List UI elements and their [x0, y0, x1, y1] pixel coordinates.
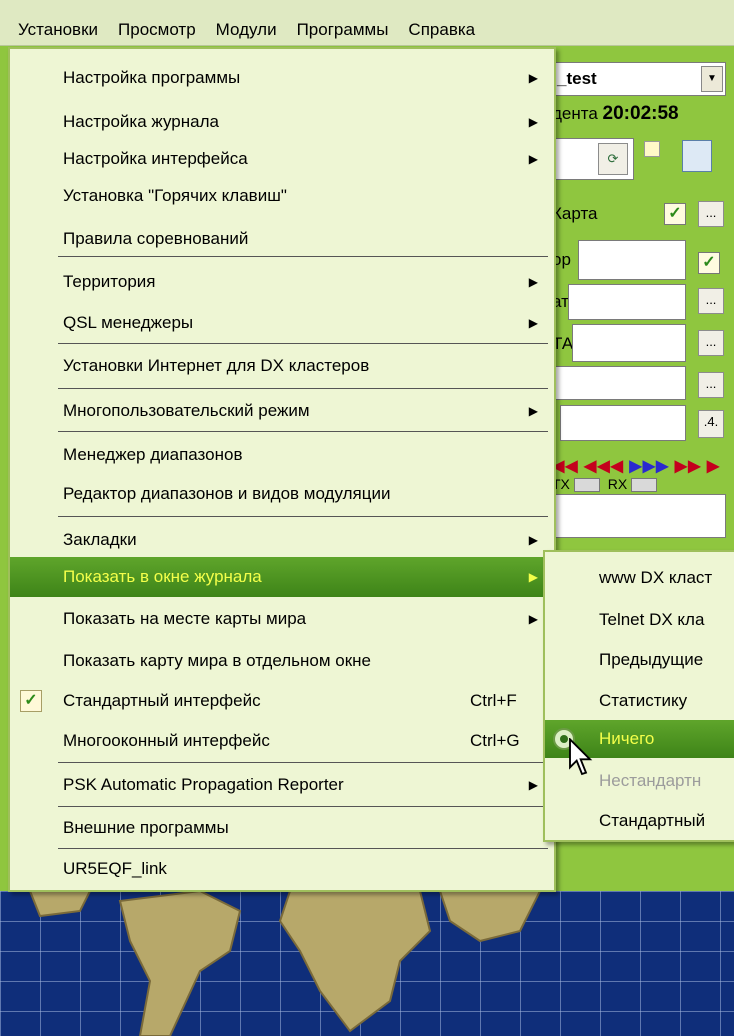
menu-item-show-in-map-place[interactable]: Показать на месте карты мира ▶ [10, 597, 554, 641]
submenu-item-statistics[interactable]: Статистику [545, 682, 734, 720]
checkmark-icon: ✓ [20, 690, 42, 712]
menu-item-label: UR5EQF_link [63, 859, 167, 878]
menu-item-label: Установка "Горячих клавиш" [63, 186, 287, 205]
menu-item-bookmarks[interactable]: Закладки ▶ [10, 518, 554, 562]
band-button[interactable]: .4. [698, 410, 724, 438]
menu-item-label: Показать на месте карты мира [63, 609, 307, 628]
menu-separator [58, 516, 548, 517]
submenu-arrow-icon: ▶ [528, 316, 538, 330]
menu-item-external-programs[interactable]: Внешние программы [10, 806, 554, 850]
shortcut-label: Ctrl+G [470, 731, 520, 750]
menu-settings[interactable]: Установки [0, 0, 108, 45]
menu-item-hotkeys[interactable]: Установка "Горячих клавиш" [10, 174, 554, 218]
callsign-combo[interactable]: _test ▼ [552, 62, 726, 96]
menu-item-label: Внешние программы [63, 818, 229, 837]
menu-item-label: Многопользовательский режим [63, 401, 310, 420]
menu-item-ur5eqf-link[interactable]: UR5EQF_link [10, 847, 554, 891]
field-button-2[interactable]: ... [698, 288, 724, 314]
submenu-arrow-icon: ▶ [528, 275, 538, 289]
menu-view[interactable]: Просмотр [108, 0, 206, 45]
menu-modules[interactable]: Модули [206, 0, 287, 45]
submenu-arrow-icon: ▶ [528, 71, 538, 85]
menu-item-label: PSK Automatic Propagation Reporter [63, 775, 344, 794]
menu-item-label: Правила соревнований [63, 229, 249, 248]
time-label: дента [552, 104, 598, 123]
menu-item-contest-rules[interactable]: Правила соревнований [10, 217, 554, 261]
menu-item-label: Многооконный интерфейс [63, 731, 270, 750]
submenu-arrow-icon: ▶ [528, 570, 538, 584]
menu-item-band-manager[interactable]: Менеджер диапазонов [10, 433, 554, 477]
menu-item-label: Настройка программы [63, 68, 241, 87]
field-button-4[interactable]: ... [698, 372, 724, 398]
menu-bar: Установки Просмотр Модули Программы Спра… [0, 0, 734, 46]
menu-item-psk-reporter[interactable]: PSK Automatic Propagation Reporter ▶ [10, 763, 554, 807]
menu-item-label: Закладки [63, 530, 137, 549]
menu-programs[interactable]: Программы [287, 0, 399, 45]
menu-item-label: Установки Интернет для DX кластеров [63, 356, 370, 375]
settings-dropdown-menu: Настройка программы ▶ Настройка журнала ▶ … [8, 47, 556, 892]
menu-item-label: Территория [63, 272, 156, 291]
tx-rx-indicators: TX RX [552, 476, 661, 493]
menu-item-label: Стандартный интерфейс [63, 691, 261, 710]
submenu-item-telnet-dx-cluster[interactable]: Telnet DX кла [545, 601, 734, 639]
time-value: 20:02:58 [602, 103, 679, 124]
menu-item-multiuser-mode[interactable]: Многопользовательский режим ▶ [10, 389, 554, 433]
menu-item-label: QSL менеджеры [63, 313, 194, 332]
menu-item-label: Настройка журнала [63, 112, 219, 131]
field-button-3[interactable]: ... [698, 330, 724, 356]
submenu-arrow-icon: ▶ [528, 533, 538, 547]
field-input-3[interactable] [572, 324, 686, 362]
comment-input[interactable] [552, 494, 726, 538]
menu-item-band-mode-editor[interactable]: Редактор диапазонов и видов модуляции [10, 472, 554, 516]
time-display: дента 20:02:58 [552, 103, 679, 125]
submenu-item-label: Ничего [599, 729, 655, 748]
map-label: Карта [552, 204, 598, 223]
show-in-log-window-submenu: www DX класт Telnet DX кла Предыдущие Ст… [543, 550, 734, 842]
mouse-cursor-icon [569, 738, 593, 776]
menu-item-label: Настройка интерфейса [63, 149, 248, 168]
menu-separator [58, 431, 548, 432]
menu-item-label: Менеджер диапазонов [63, 445, 243, 464]
rx-led [631, 478, 658, 493]
menu-item-multiwindow-interface[interactable]: Многооконный интерфейс Ctrl+G [10, 719, 554, 763]
save-log-icon[interactable] [682, 140, 712, 172]
submenu-item-previous[interactable]: Предыдущие [545, 641, 734, 679]
submenu-arrow-icon: ▶ [528, 778, 538, 792]
submenu-item-www-dx-cluster[interactable]: www DX класт [545, 559, 734, 597]
menu-item-qsl-managers[interactable]: QSL менеджеры ▶ [10, 301, 554, 345]
shortcut-label: Ctrl+F [470, 691, 517, 710]
menu-item-label: Показать карту мира в отдельном окне [63, 651, 371, 670]
rx-label: RX [607, 476, 628, 492]
menu-item-territory[interactable]: Территория ▶ [10, 260, 554, 304]
menu-help[interactable]: Справка [398, 0, 485, 45]
submenu-arrow-icon: ▶ [528, 404, 538, 418]
menu-item-label: Редактор диапазонов и видов модуляции [63, 484, 391, 503]
frequency-arrows[interactable]: ◀◀ ◀◀◀ ▶▶▶ ▶▶ ▶ [552, 456, 720, 476]
submenu-arrow-icon: ▶ [528, 612, 538, 626]
tx-led [573, 478, 600, 493]
combo-value: _test [557, 69, 597, 88]
field-input-5[interactable] [560, 405, 686, 441]
menu-item-map-separate-window[interactable]: Показать карту мира в отдельном окне [10, 639, 554, 683]
menu-item-label: Показать в окне журнала [63, 567, 262, 586]
world-map-continents [28, 891, 542, 1036]
refresh-icon[interactable]: ⟳ [598, 143, 628, 175]
map-checkbox[interactable]: ✓ [664, 203, 686, 225]
menu-item-internet-dx-cluster[interactable]: Установки Интернет для DX кластеров [10, 344, 554, 388]
field-input-2[interactable] [568, 284, 686, 320]
note-icon[interactable] [644, 141, 660, 157]
menu-item-show-in-log-window[interactable]: Показать в окне журнала ▶ [10, 557, 554, 597]
field-checkbox-1[interactable]: ✓ [698, 252, 720, 274]
field-input-1[interactable] [578, 240, 686, 280]
submenu-item-standard[interactable]: Стандартный [545, 802, 734, 840]
menu-item-program-settings[interactable]: Настройка программы ▶ [10, 56, 554, 100]
combo-dropdown-button[interactable]: ▼ [701, 66, 723, 92]
world-map[interactable] [0, 891, 734, 1036]
field-input-4[interactable] [552, 366, 686, 400]
menu-separator [58, 256, 548, 257]
map-options-button[interactable]: ... [698, 201, 724, 227]
menu-item-standard-interface[interactable]: ✓ Стандартный интерфейс Ctrl+F [10, 679, 554, 723]
